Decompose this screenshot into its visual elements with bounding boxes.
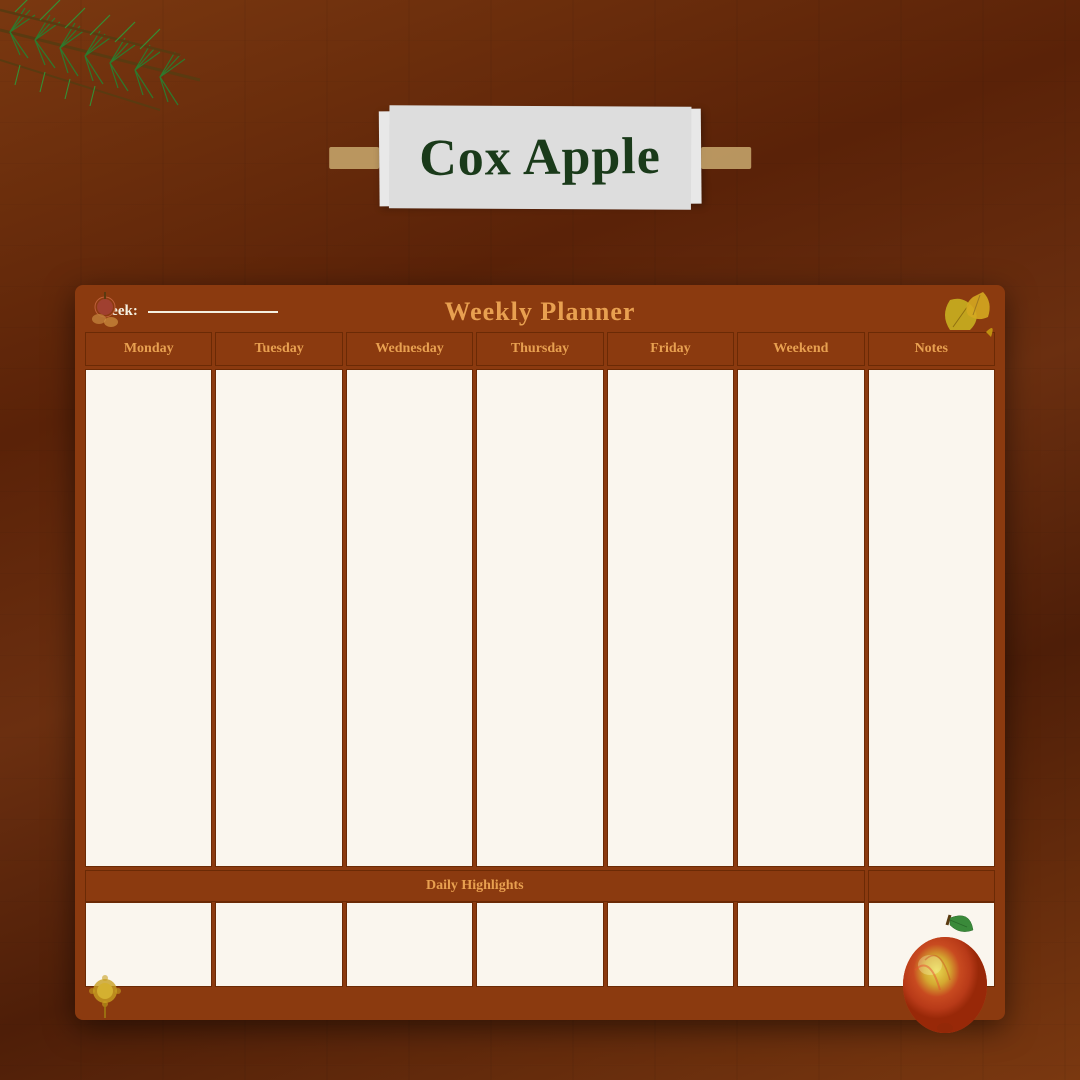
tuesday-header: Tuesday	[215, 332, 342, 366]
tape-left	[329, 147, 379, 169]
planner-header: Week: Weekly Planner	[85, 295, 995, 328]
thursday-header: Thursday	[476, 332, 603, 366]
highlights-cells-row	[85, 902, 995, 987]
tuesday-main-cell[interactable]	[215, 369, 342, 867]
highlights-label-row: Daily Highlights	[85, 870, 995, 902]
day-column-tuesday: Tuesday	[215, 332, 342, 867]
planner-card: Week: Weekly Planner Monday	[75, 285, 1005, 1020]
weekend-main-cell[interactable]	[737, 369, 864, 867]
notes-column: Notes	[868, 332, 995, 867]
highlight-cell-weekend[interactable]	[737, 902, 864, 987]
highlights-label: Daily Highlights	[85, 870, 865, 902]
weekend-header: Weekend	[737, 332, 864, 366]
title-banner: Cox Apple	[329, 110, 751, 205]
notes-main-cell[interactable]	[868, 369, 995, 867]
day-column-friday: Friday	[607, 332, 734, 867]
friday-header: Friday	[607, 332, 734, 366]
highlight-cell-tuesday[interactable]	[215, 902, 342, 987]
wednesday-main-cell[interactable]	[346, 369, 473, 867]
tape-right	[701, 147, 751, 169]
thursday-main-cell[interactable]	[476, 369, 603, 867]
highlight-cell-thursday[interactable]	[476, 902, 603, 987]
pine-branch-decoration	[0, 0, 240, 220]
day-column-wednesday: Wednesday	[346, 332, 473, 867]
monday-main-cell[interactable]	[85, 369, 212, 867]
columns-container: Monday Tuesday Wednesday	[85, 332, 995, 867]
apple-decoration	[885, 910, 1005, 1040]
deco-top-left	[77, 287, 132, 342]
wednesday-header: Wednesday	[346, 332, 473, 366]
friday-main-cell[interactable]	[607, 369, 734, 867]
day-column-weekend: Weekend	[737, 332, 864, 867]
day-column-thursday: Thursday	[476, 332, 603, 867]
deco-bottom-left	[77, 963, 132, 1018]
week-input-line	[148, 311, 278, 313]
highlights-section: Daily Highlights	[85, 870, 995, 987]
page-title: Cox Apple	[419, 128, 661, 187]
deco-top-right	[948, 287, 1003, 342]
planner-content: Monday Tuesday Wednesday	[85, 332, 995, 987]
highlight-cell-friday[interactable]	[607, 902, 734, 987]
planner-title: Weekly Planner	[445, 297, 636, 327]
banner-paper: Cox Apple	[379, 109, 701, 207]
highlight-cell-wednesday[interactable]	[346, 902, 473, 987]
highlights-notes-empty	[868, 870, 995, 902]
day-column-monday: Monday	[85, 332, 212, 867]
